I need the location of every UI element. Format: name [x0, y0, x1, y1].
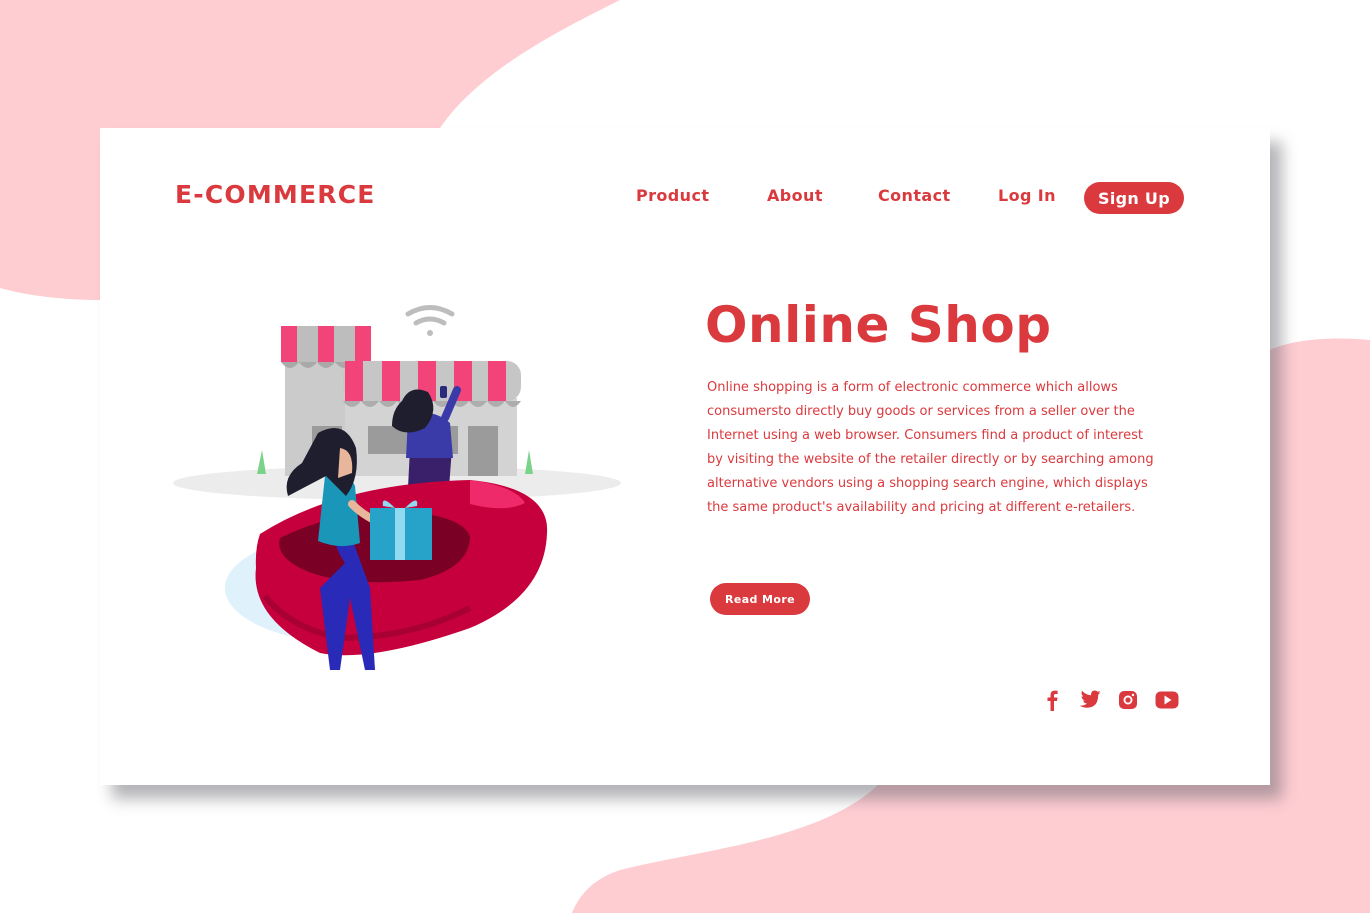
landing-card: E-COMMERCE Product About Contact Log In …: [100, 128, 1270, 785]
wifi-icon: [405, 305, 455, 336]
hero-description: Online shopping is a form of electronic …: [707, 380, 1154, 515]
signup-button[interactable]: Sign Up: [1084, 182, 1184, 214]
facebook-icon: [1047, 690, 1058, 711]
plant-right: [525, 450, 533, 474]
nav-product-link[interactable]: Product: [636, 186, 709, 205]
twitter-icon: [1079, 690, 1101, 708]
hero-title: Online Shop: [705, 296, 1052, 354]
online-shop-illustration: [173, 305, 621, 670]
instagram-link[interactable]: [1116, 688, 1140, 712]
giant-phone: [255, 480, 548, 656]
nav-login-link[interactable]: Log In: [998, 186, 1056, 205]
read-more-button[interactable]: Read More: [710, 583, 810, 615]
youtube-link[interactable]: [1155, 688, 1179, 712]
instagram-icon: [1119, 691, 1137, 709]
nav-contact-link[interactable]: Contact: [878, 186, 951, 205]
nav-about-link[interactable]: About: [767, 186, 823, 205]
store-door: [468, 426, 498, 476]
youtube-icon: [1155, 691, 1179, 709]
plant-left: [257, 450, 266, 474]
brand-logo[interactable]: E-COMMERCE: [175, 180, 376, 209]
facebook-link[interactable]: [1040, 688, 1064, 712]
twitter-link[interactable]: [1077, 688, 1101, 712]
